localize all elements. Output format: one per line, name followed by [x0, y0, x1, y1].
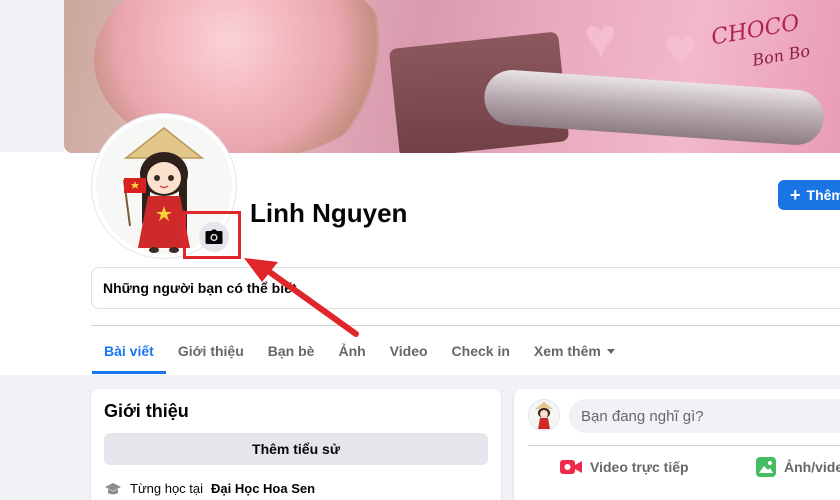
composer-input[interactable]: Bạn đang nghĩ gì?: [569, 399, 840, 433]
intro-title: Giới thiệu: [104, 401, 189, 421]
education-row: Từng học tại Đại Học Hoa Sen: [104, 481, 315, 496]
tab-label: Video: [389, 343, 428, 359]
tab-checkins[interactable]: Check in: [440, 328, 522, 374]
people-you-may-know[interactable]: Những người bạn có thể biết: [91, 267, 840, 309]
tab-posts[interactable]: Bài viết: [92, 328, 166, 374]
tab-more[interactable]: Xem thêm: [522, 328, 627, 374]
tab-label: Ảnh: [338, 343, 366, 359]
tab-videos[interactable]: Video: [378, 328, 440, 374]
caret-down-icon: [606, 348, 615, 354]
composer-divider: [528, 445, 840, 446]
tab-label: Giới thiệu: [177, 343, 244, 359]
section-divider: [91, 325, 840, 326]
tab-friends[interactable]: Bạn bè: [256, 328, 327, 374]
page-background: [0, 0, 64, 152]
tab-about[interactable]: Giới thiệu: [166, 328, 256, 374]
composer-card: Bạn đang nghĩ gì? Video trực tiếp Ảnh/vi…: [514, 389, 840, 500]
live-video-label: Video trực tiếp: [590, 459, 689, 475]
cover-brand-subtext: Bon Bo: [750, 41, 812, 70]
education-school[interactable]: Đại Học Hoa Sen: [211, 481, 315, 496]
tab-label: Check in: [451, 343, 510, 359]
people-you-may-know-label: Những người bạn có thể biết: [103, 280, 297, 296]
plus-icon: +: [790, 185, 801, 205]
add-button[interactable]: + Thêm: [778, 180, 840, 210]
tab-photos[interactable]: Ảnh: [326, 328, 377, 374]
live-video-button[interactable]: Video trực tiếp: [560, 455, 689, 479]
composer-avatar[interactable]: [528, 399, 560, 431]
photo-icon: [756, 457, 776, 477]
highlight-box: [183, 211, 241, 259]
tab-label: Bài viết: [104, 343, 154, 359]
live-video-icon: [560, 460, 582, 474]
cover-heart: ♥: [584, 6, 618, 69]
profile-name: Linh Nguyen: [250, 198, 408, 228]
graduation-cap-icon: [105, 482, 121, 494]
photo-video-label: Ảnh/video: [784, 459, 840, 475]
education-prefix: Từng học tại: [130, 481, 204, 496]
intro-card: Giới thiệu Thêm tiểu sử Từng học tại Đại…: [91, 389, 501, 500]
tab-label: Bạn bè: [267, 343, 315, 359]
profile-tabs: Bài viết Giới thiệu Bạn bè Ảnh Video Che…: [92, 328, 627, 374]
photo-video-button[interactable]: Ảnh/video: [756, 455, 840, 479]
tab-label: Xem thêm: [533, 343, 601, 359]
add-bio-button[interactable]: Thêm tiểu sử: [104, 433, 488, 465]
avatar-illustration: [535, 402, 553, 429]
add-button-label: Thêm: [806, 187, 840, 203]
